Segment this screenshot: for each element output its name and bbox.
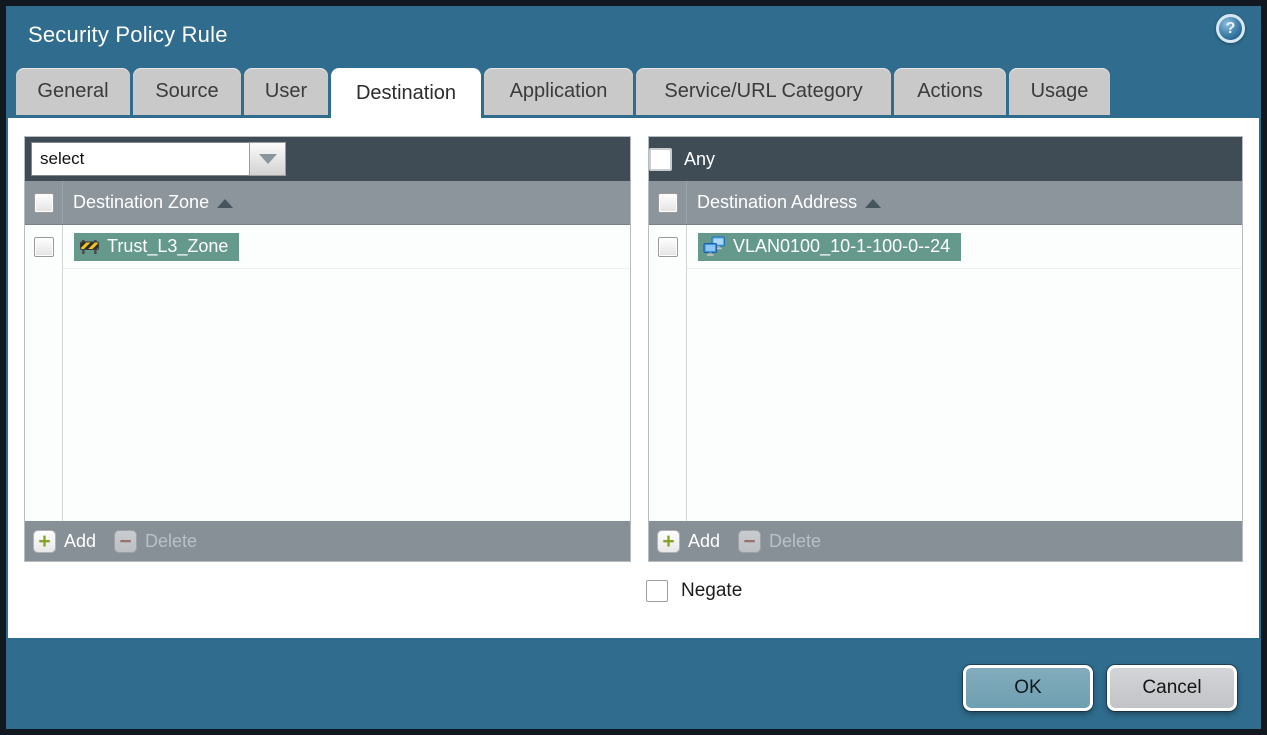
tab-actions[interactable]: Actions [894, 68, 1006, 115]
negate-checkbox[interactable] [646, 580, 668, 602]
address-row-checkbox[interactable] [657, 237, 678, 257]
negate-row: Negate [646, 580, 742, 602]
any-label: Any [684, 148, 716, 169]
zone-column-header-label: Destination Zone [73, 192, 210, 212]
zone-add-button[interactable]: + Add [33, 529, 96, 553]
address-column-header-row: Destination Address [649, 181, 1242, 225]
zone-type-input[interactable] [31, 142, 249, 176]
zone-filter-bar [25, 137, 630, 181]
chevron-down-icon [258, 154, 277, 164]
tab-general[interactable]: General [16, 68, 130, 115]
help-icon[interactable]: ? [1216, 14, 1245, 43]
negate-label: Negate [681, 580, 743, 601]
zone-item-chip[interactable]: Trust_L3_Zone [74, 232, 240, 261]
address-row: VLAN0100_10-1-100-0--24 [687, 225, 1242, 269]
tab-usage[interactable]: Usage [1009, 68, 1110, 115]
delete-icon: − [738, 529, 762, 553]
add-icon: + [657, 529, 680, 553]
zone-icon [80, 239, 99, 254]
destination-address-panel: Any Destination Address VLAN0100_10-1-10… [648, 136, 1243, 562]
address-add-button[interactable]: + Add [657, 529, 720, 553]
zone-type-dropdown-button[interactable] [249, 142, 286, 176]
ok-button[interactable]: OK [963, 665, 1093, 711]
tab-bar: General Source User Destination Applicat… [16, 68, 1110, 118]
security-policy-rule-dialog: Security Policy Rule ? General Source Us… [6, 6, 1261, 729]
address-item-chip[interactable]: VLAN0100_10-1-100-0--24 [698, 232, 962, 261]
network-address-icon [703, 236, 725, 256]
add-icon: + [33, 529, 56, 553]
address-delete-button[interactable]: − Delete [738, 529, 821, 553]
tab-destination[interactable]: Destination [331, 68, 481, 118]
address-list: VLAN0100_10-1-100-0--24 [649, 225, 1242, 521]
tab-user[interactable]: User [244, 68, 328, 115]
destination-tab-content: Destination Zone [8, 118, 1259, 638]
delete-icon: − [114, 529, 138, 553]
zone-list: Trust_L3_Zone [25, 225, 630, 521]
tab-application[interactable]: Application [484, 68, 633, 115]
zone-row: Trust_L3_Zone [63, 225, 630, 269]
tab-service-url-category[interactable]: Service/URL Category [636, 68, 891, 115]
zone-column-header-row: Destination Zone [25, 181, 630, 225]
address-footer-bar: + Add − Delete [649, 521, 1242, 561]
zone-type-combo [31, 142, 286, 176]
zone-row-checkbox[interactable] [33, 237, 54, 257]
sort-ascending-icon [865, 199, 882, 208]
any-checkbox[interactable] [649, 147, 672, 171]
cancel-button[interactable]: Cancel [1107, 665, 1237, 711]
zone-delete-button[interactable]: − Delete [114, 529, 197, 553]
address-column-header-label: Destination Address [697, 192, 858, 212]
zone-column-header[interactable]: Destination Zone [63, 181, 234, 224]
zone-footer-bar: + Add − Delete [25, 521, 630, 561]
sort-ascending-icon [217, 199, 234, 208]
address-item-label: VLAN0100_10-1-100-0--24 [733, 236, 951, 256]
address-any-bar: Any [649, 137, 1242, 181]
zone-select-all-checkbox[interactable] [33, 192, 54, 213]
tab-source[interactable]: Source [133, 68, 241, 115]
destination-zone-panel: Destination Zone [24, 136, 631, 562]
dialog-title: Security Policy Rule [28, 22, 228, 47]
zone-item-label: Trust_L3_Zone [107, 236, 229, 256]
address-column-header[interactable]: Destination Address [687, 181, 882, 224]
address-select-all-checkbox[interactable] [657, 192, 678, 213]
